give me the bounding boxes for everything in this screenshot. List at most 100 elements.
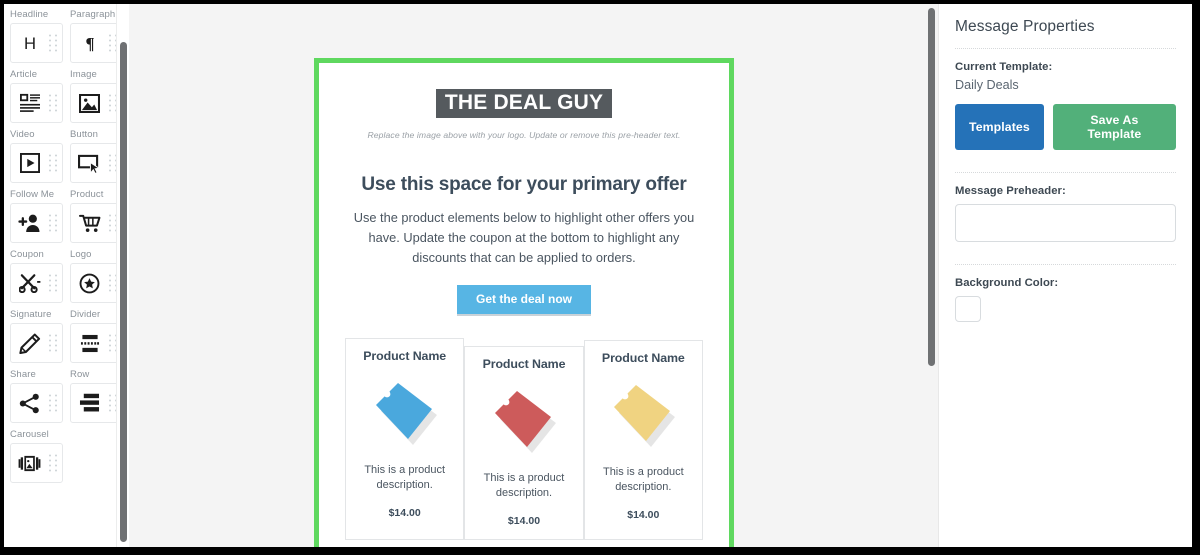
palette-item-label: Signature xyxy=(10,309,52,320)
article-icon xyxy=(11,84,48,122)
save-as-template-button[interactable]: Save As Template xyxy=(1052,104,1176,150)
image-icon xyxy=(71,84,108,122)
email-cta-block: Get the deal now xyxy=(345,285,703,317)
palette-item-tile-video[interactable] xyxy=(10,143,63,183)
palette-item-tile-signature[interactable] xyxy=(10,323,63,363)
palette-scrollbar-thumb[interactable] xyxy=(120,42,127,542)
palette-item-tile-share[interactable] xyxy=(10,383,63,423)
email-template-canvas[interactable]: THE DEAL GUY Replace the image above wit… xyxy=(314,58,734,547)
message-properties-panel: Message Properties Current Template: Dai… xyxy=(938,4,1192,547)
product-description: This is a product description. xyxy=(483,472,565,500)
palette-item-tile-follow-me[interactable] xyxy=(10,203,63,243)
product-price: $14.00 xyxy=(627,509,660,522)
palette-row: Video Button xyxy=(10,128,123,183)
carousel-icon xyxy=(11,444,48,482)
product-card[interactable]: Product Name This is a product descriptio… xyxy=(583,340,703,541)
element-palette-list: Headline H Paragraph ¶ Article Image Video Butt… xyxy=(4,4,129,498)
palette-item-follow-me[interactable]: Follow Me xyxy=(10,188,63,243)
palette-item-headline[interactable]: Headline H xyxy=(10,8,63,63)
email-logo-block[interactable]: THE DEAL GUY xyxy=(345,63,703,119)
drag-handle-dots[interactable] xyxy=(49,274,57,292)
email-logo-text: THE DEAL GUY xyxy=(435,89,613,119)
product-card[interactable]: Product Name This is a product descriptio… xyxy=(345,338,465,541)
background-color-label: Background Color: xyxy=(955,277,1059,289)
price-tag-icon xyxy=(487,383,561,457)
templates-button[interactable]: Templates xyxy=(955,104,1044,150)
email-primary-body[interactable]: Use the product elements below to highli… xyxy=(345,208,703,268)
canvas-scrollbar-thumb[interactable] xyxy=(928,8,935,366)
drag-handle-dots[interactable] xyxy=(49,394,57,412)
drag-handle-dots[interactable] xyxy=(49,214,57,232)
price-tag-icon xyxy=(368,375,442,449)
palette-item-carousel[interactable]: Carousel xyxy=(10,428,63,483)
palette-item-tile-headline[interactable]: H xyxy=(10,23,63,63)
product-card[interactable]: Product Name This is a product descriptio… xyxy=(464,346,584,541)
palette-item-label: Article xyxy=(10,69,38,80)
palette-item-signature[interactable]: Signature xyxy=(10,308,63,363)
pen-icon xyxy=(11,324,48,362)
divider-icon xyxy=(71,324,108,362)
headline-icon: H xyxy=(11,24,48,62)
product-name: Product Name xyxy=(363,349,447,364)
product-description: This is a product description. xyxy=(364,464,446,492)
palette-row: Coupon Logo xyxy=(10,248,123,303)
product-price: $14.00 xyxy=(507,515,541,528)
palette-row: Article Image xyxy=(10,68,123,123)
palette-item-label: Headline xyxy=(10,9,49,20)
message-preheader-input[interactable] xyxy=(955,204,1176,242)
svg-text:H: H xyxy=(23,34,35,53)
palette-scrollbar-track[interactable] xyxy=(116,4,129,547)
palette-item-label: Carousel xyxy=(10,429,49,440)
drag-handle-dots[interactable] xyxy=(49,454,57,472)
template-button-row: Templates Save As Template xyxy=(955,104,1176,150)
button-icon xyxy=(71,144,108,182)
email-primary-headline[interactable]: Use this space for your primary offer xyxy=(345,174,703,196)
row-icon xyxy=(71,384,108,422)
palette-row: Signature Divider xyxy=(10,308,123,363)
email-product-row: Product Name This is a product descriptio… xyxy=(345,338,703,544)
divider xyxy=(955,172,1176,173)
product-name: Product Name xyxy=(482,357,566,372)
divider xyxy=(955,264,1176,265)
drag-handle-dots[interactable] xyxy=(49,94,57,112)
palette-item-coupon[interactable]: Coupon xyxy=(10,248,63,303)
background-color-swatch[interactable] xyxy=(955,296,981,322)
product-name: Product Name xyxy=(601,351,685,366)
get-the-deal-now-button[interactable]: Get the deal now xyxy=(456,285,591,317)
drag-handle-dots[interactable] xyxy=(49,334,57,352)
product-cart-icon xyxy=(71,204,108,242)
divider xyxy=(955,48,1176,49)
current-template-label: Current Template: xyxy=(955,61,1053,73)
palette-item-video[interactable]: Video xyxy=(10,128,63,183)
current-template-value: Daily Deals xyxy=(955,78,1019,92)
palette-row: Carousel xyxy=(10,428,123,483)
svg-text:¶: ¶ xyxy=(85,34,94,53)
drag-handle-dots[interactable] xyxy=(49,34,57,52)
palette-item-tile-coupon[interactable] xyxy=(10,263,63,303)
palette-item-label: Video xyxy=(10,129,35,140)
message-properties-title: Message Properties xyxy=(955,18,1095,35)
share-icon xyxy=(11,384,48,422)
element-palette: Headline H Paragraph ¶ Article Image Video Butt… xyxy=(4,4,129,547)
palette-row: Headline H Paragraph ¶ xyxy=(10,8,123,63)
product-description: This is a product description. xyxy=(602,466,684,494)
palette-item-label: Follow Me xyxy=(10,189,55,200)
palette-item-label: Coupon xyxy=(10,249,44,260)
product-price: $14.00 xyxy=(388,507,421,520)
palette-item-article[interactable]: Article xyxy=(10,68,63,123)
star-badge-icon xyxy=(71,264,108,302)
palette-row: Follow Me Product xyxy=(10,188,123,243)
palette-item-share[interactable]: Share xyxy=(10,368,63,423)
palette-row: Share Row xyxy=(10,368,123,423)
email-preheader-text[interactable]: Replace the image above with your logo. … xyxy=(345,130,703,140)
canvas-scrollbar-track[interactable] xyxy=(926,4,938,547)
price-tag-icon xyxy=(606,377,680,451)
follow-me-icon xyxy=(11,204,48,242)
palette-item-tile-article[interactable] xyxy=(10,83,63,123)
email-designer-window: Headline H Paragraph ¶ Article Image Video Butt… xyxy=(4,4,1192,547)
palette-item-label: Share xyxy=(10,369,36,380)
drag-handle-dots[interactable] xyxy=(49,154,57,172)
palette-item-tile-carousel[interactable] xyxy=(10,443,63,483)
email-canvas-area[interactable]: THE DEAL GUY Replace the image above wit… xyxy=(129,4,938,547)
scissors-icon xyxy=(11,264,48,302)
